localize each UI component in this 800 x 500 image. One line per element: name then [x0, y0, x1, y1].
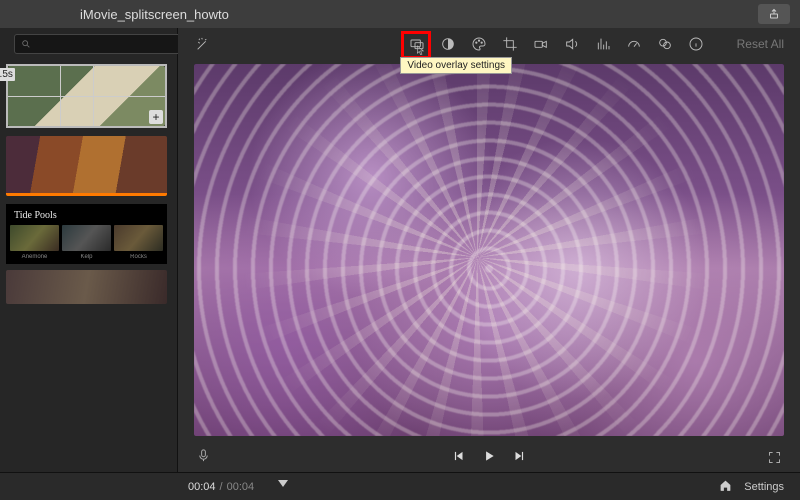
title-subthumb: [10, 225, 59, 251]
info-icon: [688, 36, 704, 52]
play-icon: [482, 449, 496, 463]
preview-frame: [194, 64, 784, 436]
clip-image: [6, 270, 167, 304]
next-frame-button[interactable]: [512, 449, 526, 466]
title-subthumb: [62, 225, 111, 251]
crop-icon: [502, 36, 518, 52]
imovie-window: iMovie_splitscreen_howto 7.5s: [0, 0, 800, 500]
color-balance-button[interactable]: [439, 35, 457, 53]
info-button[interactable]: [687, 35, 705, 53]
sidebar-search-row: [0, 28, 177, 60]
video-overlay-button[interactable]: Video overlay settings: [408, 35, 426, 53]
title-subthumb-label: Kelp: [62, 254, 111, 260]
volume-icon: [564, 36, 580, 52]
add-to-timeline-button[interactable]: +: [149, 110, 163, 124]
adjust-toolbar: Video overlay settings: [178, 28, 800, 60]
home-icon: [719, 479, 732, 492]
magic-wand-icon: [195, 36, 211, 52]
timeline-scrubber[interactable]: [268, 483, 705, 491]
skip-back-icon: [452, 449, 466, 463]
clip-thumbnail-selected[interactable]: 7.5s +: [6, 64, 167, 128]
speedometer-icon: [626, 36, 642, 52]
clip-thumbnail[interactable]: [6, 270, 167, 304]
title-subthumb-label: Anemone: [10, 254, 59, 260]
fullscreen-icon: [767, 450, 782, 465]
title-card[interactable]: Tide Pools Anemone Kelp Rocks: [6, 204, 167, 264]
speed-button[interactable]: [625, 35, 643, 53]
palette-icon: [471, 36, 487, 52]
play-button[interactable]: [482, 449, 496, 466]
crop-button[interactable]: [501, 35, 519, 53]
settings-button[interactable]: Settings: [744, 481, 784, 493]
prev-frame-button[interactable]: [452, 449, 466, 466]
clip-thumbnail[interactable]: [6, 136, 167, 196]
clip-browser: 7.5s + Tide Pools Anemone: [0, 60, 177, 472]
project-title: iMovie_splitscreen_howto: [80, 7, 229, 22]
share-icon: [768, 8, 780, 20]
filter-circles-icon: [657, 36, 673, 52]
search-icon: [21, 39, 31, 49]
media-sidebar: 7.5s + Tide Pools Anemone: [0, 28, 178, 472]
camera-icon: [533, 36, 549, 52]
enhance-button[interactable]: [194, 35, 212, 53]
clip-filter-button[interactable]: [656, 35, 674, 53]
viewer-panel: Video overlay settings: [178, 28, 800, 472]
timeline-footer: 00:04 / 00:04 Settings: [0, 472, 800, 500]
titlebar: iMovie_splitscreen_howto: [0, 0, 800, 28]
microphone-icon: [196, 448, 211, 463]
cursor-icon: [416, 45, 427, 56]
color-balance-icon: [440, 36, 456, 52]
clip-image: [6, 136, 167, 196]
playback-controls: [178, 442, 800, 472]
reset-all-button[interactable]: Reset All: [737, 37, 784, 51]
selection-grid-overlay: [8, 66, 165, 126]
volume-button[interactable]: [563, 35, 581, 53]
time-total: 00:04: [227, 481, 255, 493]
tooltip: Video overlay settings: [400, 57, 512, 74]
search-field[interactable]: [14, 34, 184, 54]
preview-viewer[interactable]: [194, 64, 784, 436]
timeline-home-button[interactable]: [719, 479, 732, 495]
color-correction-button[interactable]: [470, 35, 488, 53]
search-input[interactable]: [35, 38, 177, 50]
title-subthumb-label: Rocks: [114, 254, 163, 260]
skip-forward-icon: [512, 449, 526, 463]
share-button[interactable]: [758, 4, 790, 24]
title-card-heading: Tide Pools: [10, 210, 163, 221]
time-current: 00:04: [188, 481, 216, 493]
noise-reduction-button[interactable]: [594, 35, 612, 53]
time-separator: /: [220, 481, 223, 493]
stabilization-button[interactable]: [532, 35, 550, 53]
main-area: 7.5s + Tide Pools Anemone: [0, 28, 800, 472]
fullscreen-button[interactable]: [767, 450, 782, 465]
voiceover-button[interactable]: [196, 448, 211, 466]
title-subthumb: [114, 225, 163, 251]
equalizer-icon: [595, 36, 611, 52]
